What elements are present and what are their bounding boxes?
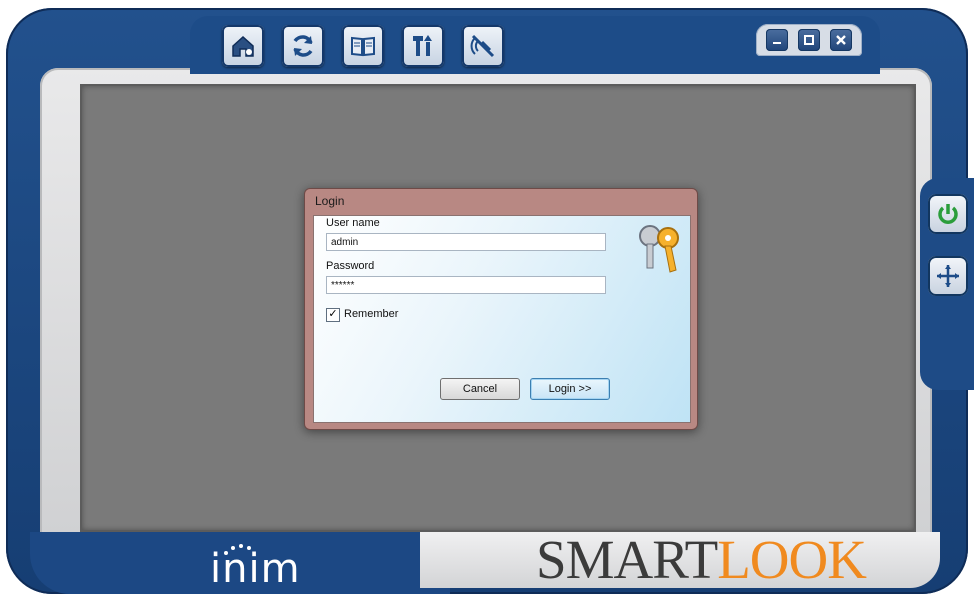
login-button[interactable]: Login >> xyxy=(530,378,610,400)
tools-icon xyxy=(413,35,432,56)
login-dialog: Login User name Password ✓ Remember Canc… xyxy=(304,188,698,430)
refresh-icon xyxy=(293,35,313,57)
tools-button[interactable] xyxy=(402,25,444,67)
remember-checkbox[interactable]: ✓ xyxy=(326,308,340,322)
dialog-body: User name Password ✓ Remember Cancel Log… xyxy=(313,215,691,423)
restore-button[interactable] xyxy=(798,29,820,51)
minimize-icon xyxy=(773,42,781,44)
refresh-button[interactable] xyxy=(282,25,324,67)
password-input[interactable] xyxy=(326,276,606,294)
logo-look-text: LOOK xyxy=(717,529,867,590)
smartlook-logo: SMARTLOOK xyxy=(536,528,867,591)
password-label: Password xyxy=(326,260,375,272)
logo-smart-text: SMART xyxy=(536,529,718,590)
remember-label: Remember xyxy=(344,308,399,320)
power-button[interactable] xyxy=(928,194,968,234)
window-controls xyxy=(756,24,862,56)
book-button[interactable] xyxy=(342,25,384,67)
close-icon xyxy=(836,35,846,45)
cancel-button[interactable]: Cancel xyxy=(440,378,520,400)
power-icon xyxy=(938,204,958,224)
close-button[interactable] xyxy=(830,29,852,51)
username-label: User name xyxy=(326,217,380,229)
keys-icon xyxy=(639,225,679,273)
mute-icon xyxy=(470,34,495,58)
main-toolbar xyxy=(222,25,504,67)
restore-icon xyxy=(804,35,814,45)
home-button[interactable] xyxy=(222,25,264,67)
mute-button[interactable] xyxy=(462,25,504,67)
move-button[interactable] xyxy=(928,256,968,296)
minimize-button[interactable] xyxy=(766,29,788,51)
move-icon xyxy=(937,265,959,287)
username-input[interactable] xyxy=(326,233,606,251)
book-icon xyxy=(351,36,375,57)
home-icon xyxy=(232,35,254,57)
inim-logo: inim xyxy=(210,546,301,592)
dialog-title: Login xyxy=(315,194,345,208)
